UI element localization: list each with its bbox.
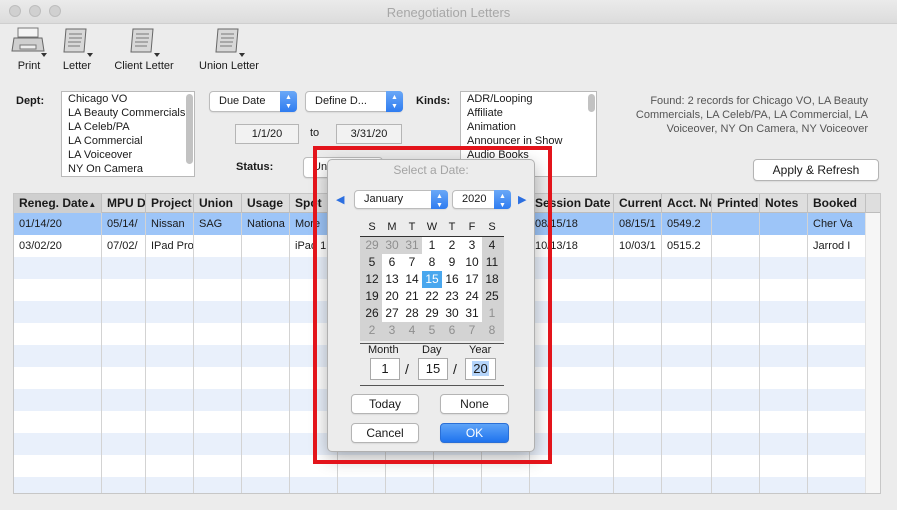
column-divider xyxy=(193,213,194,493)
chevron-updown-icon: ▲ ▼ xyxy=(280,91,297,112)
list-item[interactable]: LA Commercial xyxy=(62,134,194,148)
to-date-field[interactable]: 3/31/20 xyxy=(336,124,402,144)
printer-icon xyxy=(11,27,47,57)
column-divider xyxy=(241,213,242,493)
list-item[interactable]: LA Voiceover xyxy=(62,148,194,162)
column-header[interactable]: Union xyxy=(194,194,242,213)
table-cell: Nationa xyxy=(247,218,285,230)
found-summary: Found: 2 records for Chicago VO, LA Beau… xyxy=(635,95,868,135)
toolbar-label: Print xyxy=(17,60,41,72)
kinds-scrollbar[interactable] xyxy=(588,94,595,112)
table-cell: SAG xyxy=(199,218,223,230)
table-cell: Jarrod I xyxy=(813,240,851,252)
column-header[interactable]: Printed xyxy=(712,194,760,213)
empty-row xyxy=(14,477,866,493)
table-cell: 08/15/1 xyxy=(619,218,656,230)
table-cell: 03/02/20 xyxy=(19,240,62,252)
list-item[interactable]: Affiliate xyxy=(461,106,596,120)
table-scrollbar[interactable] xyxy=(865,213,880,493)
chevron-updown-icon: ▲ ▼ xyxy=(386,91,403,112)
table-cell: 01/14/20 xyxy=(19,218,62,230)
date-range-value: Define D... xyxy=(315,95,367,107)
apply-refresh-button[interactable]: Apply & Refresh xyxy=(753,159,879,181)
title-bar: Renegotiation Letters xyxy=(0,0,897,24)
date-range-select[interactable]: Define D... ▲ ▼ xyxy=(305,91,403,112)
window-title: Renegotiation Letters xyxy=(386,5,511,20)
highlight-box xyxy=(313,146,552,464)
list-item[interactable]: ADR/Looping xyxy=(461,92,596,106)
table-cell: Nissan xyxy=(151,218,185,230)
date-type-value: Due Date xyxy=(219,95,266,107)
table-cell: 0549.2 xyxy=(667,218,701,230)
column-divider xyxy=(145,213,146,493)
table-cell: 0515.2 xyxy=(667,240,701,252)
column-header[interactable]: Booked xyxy=(808,194,866,213)
table-cell xyxy=(194,235,242,257)
kinds-label: Kinds: xyxy=(416,95,451,107)
list-item[interactable]: Chicago VO xyxy=(62,92,194,106)
toolbar-label: Letter xyxy=(62,60,92,72)
column-divider xyxy=(613,213,614,493)
client-letter-icon xyxy=(130,28,160,57)
letter-icon xyxy=(63,28,93,57)
column-header[interactable]: Usage xyxy=(242,194,290,213)
sort-ascending-icon: ▲ xyxy=(88,200,97,209)
letter-button[interactable]: Letter xyxy=(60,26,94,72)
table-cell xyxy=(242,235,290,257)
column-header[interactable]: Current xyxy=(614,194,662,213)
column-header[interactable]: Acct. No xyxy=(662,194,712,213)
union-letter-button[interactable]: Union Letter xyxy=(194,26,264,72)
dept-list[interactable]: Chicago VO LA Beauty Commercials LA Cele… xyxy=(61,91,195,177)
column-divider xyxy=(711,213,712,493)
toolbar-label: Client Letter xyxy=(114,60,174,72)
column-divider xyxy=(661,213,662,493)
dept-scrollbar[interactable] xyxy=(186,94,193,164)
column-header[interactable]: Project xyxy=(146,194,194,213)
status-label: Status: xyxy=(236,161,274,173)
table-cell: 07/02/ xyxy=(107,240,138,252)
client-letter-button[interactable]: Client Letter xyxy=(109,26,179,72)
table-cell: IPad Pro xyxy=(151,240,194,252)
list-item[interactable]: LA Beauty Commercials xyxy=(62,106,194,120)
toolbar-label: Union Letter xyxy=(199,60,259,72)
column-header[interactable]: MPU Da xyxy=(102,194,146,213)
column-divider xyxy=(807,213,808,493)
main-window: Renegotiation Letters Print Letter Clien… xyxy=(0,0,897,510)
dept-label: Dept: xyxy=(16,95,45,107)
to-label: to xyxy=(310,127,320,139)
column-header[interactable]: Reneg. Date▲ xyxy=(14,194,102,213)
print-button[interactable]: Print xyxy=(10,26,48,72)
list-item[interactable]: Animation xyxy=(461,120,596,134)
date-type-select[interactable]: Due Date ▲ ▼ xyxy=(209,91,297,112)
column-divider xyxy=(289,213,290,493)
list-item[interactable]: LA Celeb/PA xyxy=(62,120,194,134)
column-divider xyxy=(101,213,102,493)
list-item[interactable]: NY On Camera xyxy=(62,162,194,176)
table-cell: Cher Va xyxy=(813,218,853,230)
from-date-field[interactable]: 1/1/20 xyxy=(235,124,299,144)
column-header[interactable]: Notes xyxy=(760,194,808,213)
union-letter-icon xyxy=(215,28,245,57)
table-cell: 05/14/ xyxy=(107,218,138,230)
table-cell: 10/03/1 xyxy=(619,240,656,252)
column-divider xyxy=(759,213,760,493)
